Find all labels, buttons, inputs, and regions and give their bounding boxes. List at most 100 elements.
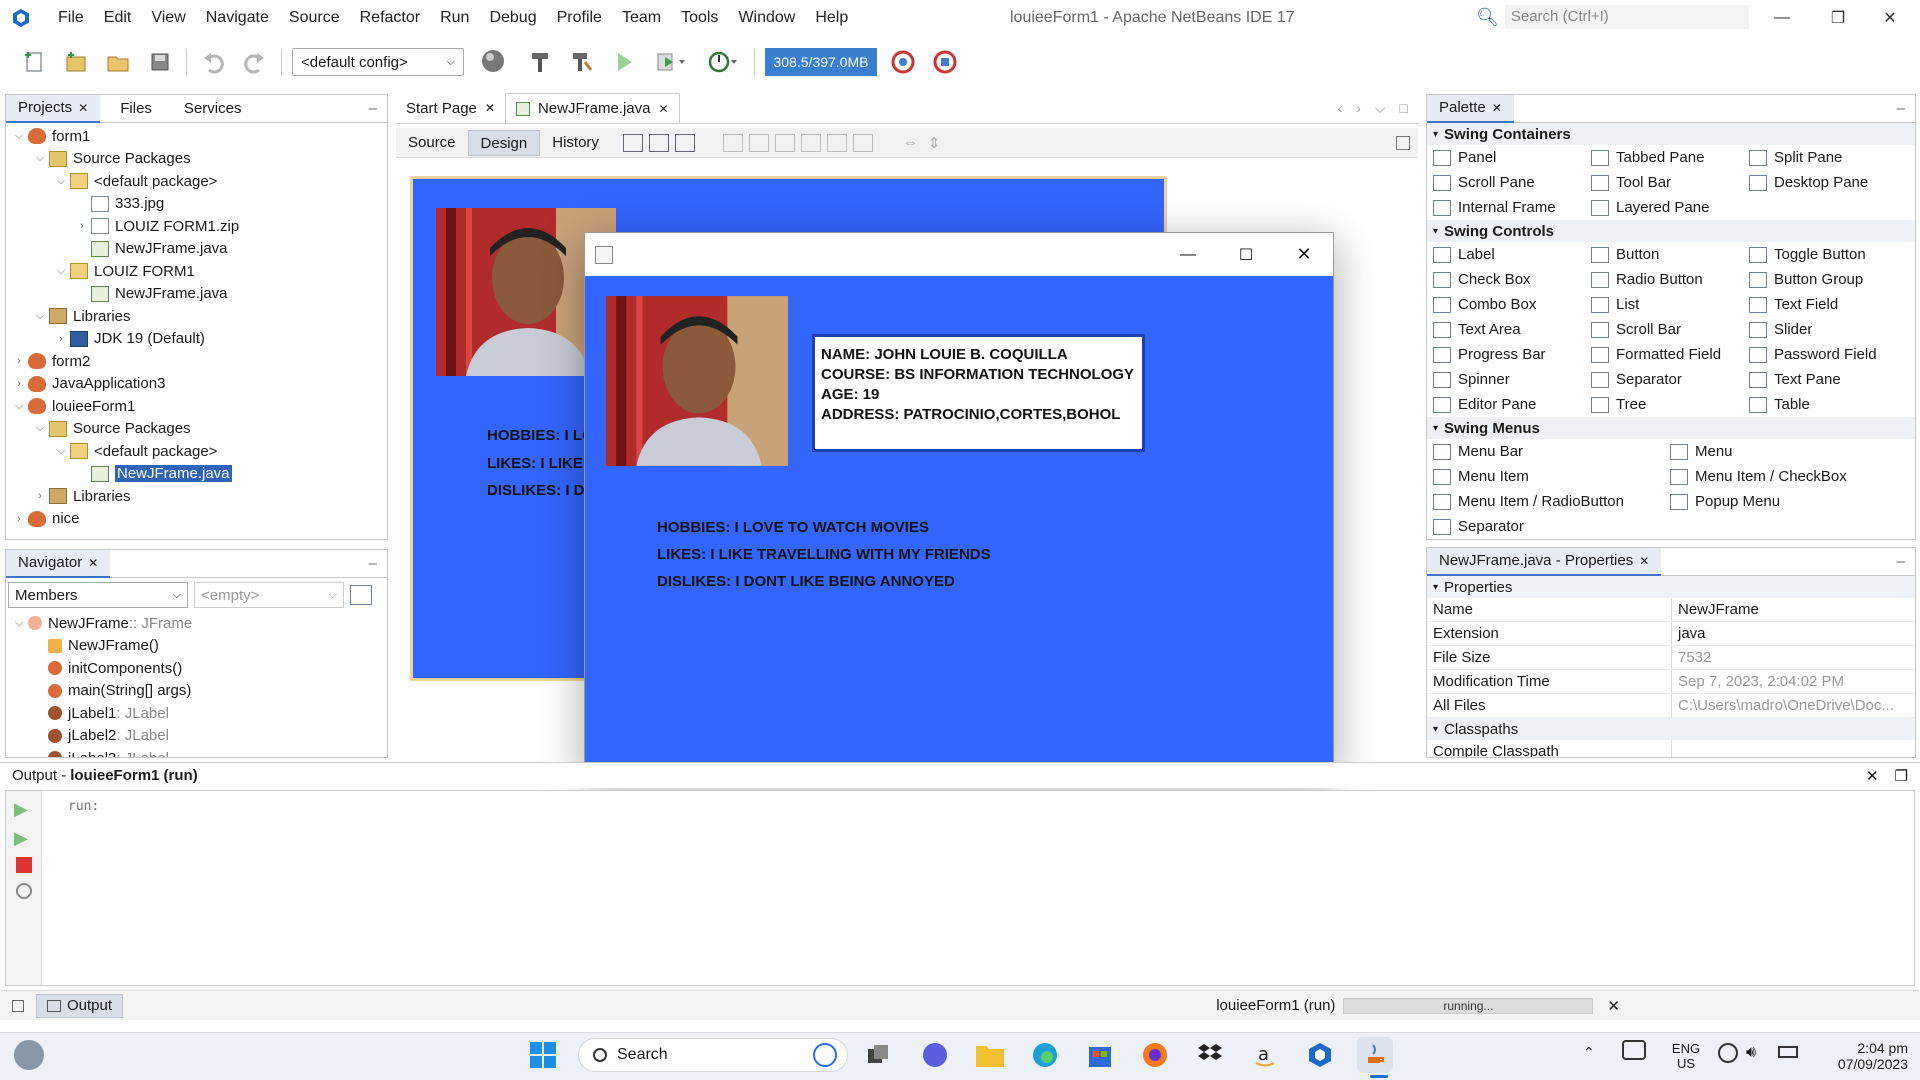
- run-icon[interactable]: [608, 46, 640, 78]
- redo-icon[interactable]: [239, 46, 271, 78]
- chevron-down-icon[interactable]: ⌵: [33, 310, 47, 323]
- tree-item[interactable]: › JDK 19 (Default): [6, 328, 387, 351]
- chevron-down-icon[interactable]: ⌵: [12, 400, 26, 413]
- menu-tools[interactable]: Tools: [671, 9, 728, 27]
- preview-design-icon[interactable]: [674, 133, 695, 152]
- palette-section[interactable]: ▾ Swing Containers: [1427, 123, 1915, 145]
- search-input[interactable]: Search (Ctrl+I): [1504, 5, 1749, 29]
- selection-mode-icon[interactable]: [622, 133, 643, 152]
- taskbar-search[interactable]: Search: [578, 1038, 848, 1072]
- navigator-item[interactable]: jLabel3 : JLabel: [6, 747, 387, 757]
- menu-navigate[interactable]: Navigate: [196, 9, 279, 27]
- minimize-panel-icon[interactable]: –: [369, 100, 377, 117]
- close-window-button[interactable]: ✕: [1870, 4, 1910, 32]
- members-select[interactable]: Members ⌵: [8, 582, 188, 608]
- palette-item[interactable]: Slider: [1743, 321, 1901, 338]
- align-top-icon[interactable]: [800, 133, 821, 152]
- property-row[interactable]: Name NewJFrame: [1427, 598, 1915, 622]
- navigator-item[interactable]: NewJFrame(): [6, 635, 387, 658]
- globe-icon[interactable]: [474, 46, 514, 78]
- align-middle-icon[interactable]: [852, 133, 873, 152]
- palette-item[interactable]: Radio Button: [1585, 271, 1743, 288]
- palette-item[interactable]: Tabbed Pane: [1585, 149, 1743, 166]
- volume-icon[interactable]: 🔊︎: [1746, 1044, 1756, 1062]
- chevron-down-icon[interactable]: ⌵: [54, 265, 68, 278]
- palette-item[interactable]: Separator: [1585, 371, 1743, 388]
- palette-item[interactable]: Spinner: [1427, 371, 1585, 388]
- amazon-icon[interactable]: a: [1247, 1037, 1283, 1073]
- navigator-item[interactable]: jLabel2 : JLabel: [6, 725, 387, 748]
- palette-item[interactable]: Separator: [1427, 518, 1664, 535]
- settings-icon[interactable]: [16, 883, 32, 899]
- memory-usage-indicator[interactable]: 308.5/397.0MB: [765, 48, 877, 76]
- app-maximize-button[interactable]: ☐: [1217, 245, 1275, 265]
- palette-item[interactable]: Menu: [1664, 443, 1904, 460]
- menu-help[interactable]: Help: [805, 9, 858, 27]
- grid-toggle-icon[interactable]: [1396, 135, 1410, 150]
- menu-file[interactable]: File: [48, 9, 94, 27]
- close-icon[interactable]: ✕: [88, 556, 98, 570]
- palette-item[interactable]: Table: [1743, 396, 1901, 413]
- info-text-area[interactable]: NAME: JOHN LOUIE B. COQUILLA COURSE: BS …: [812, 334, 1145, 452]
- start-icon[interactable]: [525, 1037, 561, 1073]
- store-icon[interactable]: [1082, 1037, 1118, 1073]
- chevron-right-icon[interactable]: ›: [33, 490, 47, 502]
- resize-horizontal-icon[interactable]: ⇔: [903, 134, 918, 152]
- close-icon[interactable]: ✕: [1492, 101, 1502, 115]
- palette-item[interactable]: Internal Frame: [1427, 199, 1585, 216]
- tab-properties[interactable]: NewJFrame.java - Properties ✕: [1427, 548, 1662, 576]
- chat-icon[interactable]: [917, 1037, 953, 1073]
- new-file-icon[interactable]: [18, 46, 50, 78]
- chevron-down-icon[interactable]: ⌵: [54, 445, 68, 458]
- minimize-button[interactable]: —: [1762, 4, 1802, 32]
- task-view-icon[interactable]: [860, 1037, 896, 1073]
- output-tab[interactable]: Output: [36, 993, 124, 1018]
- tree-item[interactable]: › LOUIZ FORM1.zip: [6, 215, 387, 238]
- build-hammer-icon[interactable]: [524, 46, 556, 78]
- tree-item[interactable]: ⌵ LOUIZ FORM1: [6, 260, 387, 283]
- palette-item[interactable]: Menu Item / CheckBox: [1664, 468, 1904, 485]
- stop-icon[interactable]: [16, 857, 32, 873]
- tree-item[interactable]: ⌵ form1: [6, 125, 387, 148]
- firefox-icon[interactable]: [1137, 1037, 1173, 1073]
- minimize-panel-icon[interactable]: –: [369, 555, 377, 572]
- palette-item[interactable]: Text Pane: [1743, 371, 1901, 388]
- cancel-task-icon[interactable]: ✕: [1607, 997, 1620, 1015]
- dropbox-icon[interactable]: [1192, 1037, 1228, 1073]
- palette-item[interactable]: Menu Item: [1427, 468, 1664, 485]
- chevron-down-icon[interactable]: ⌵: [33, 422, 47, 435]
- palette-item[interactable]: Tree: [1585, 396, 1743, 413]
- palette-item[interactable]: Progress Bar: [1427, 346, 1585, 363]
- property-row[interactable]: File Size 7532: [1427, 646, 1915, 670]
- property-row[interactable]: Extension java: [1427, 622, 1915, 646]
- tree-item[interactable]: ⌵ Libraries: [6, 305, 387, 328]
- palette-item[interactable]: Editor Pane: [1427, 396, 1585, 413]
- network-off-icon[interactable]: [1622, 1040, 1646, 1060]
- chevron-down-icon[interactable]: ⌵: [12, 617, 26, 630]
- chevron-right-icon[interactable]: ›: [12, 378, 26, 390]
- chevron-right-icon[interactable]: ›: [1356, 100, 1361, 117]
- app-close-button[interactable]: ✕: [1275, 244, 1333, 265]
- menu-window[interactable]: Window: [728, 9, 805, 27]
- property-row[interactable]: Modification Time Sep 7, 2023, 2:04:02 PM: [1427, 670, 1915, 694]
- resize-vertical-icon[interactable]: ⇕: [928, 134, 941, 152]
- gc-icon[interactable]: [887, 46, 919, 78]
- tree-item[interactable]: 333.jpg: [6, 193, 387, 216]
- rerun-icon[interactable]: ▶︎: [14, 799, 41, 820]
- app-minimize-button[interactable]: —: [1159, 246, 1217, 264]
- rerun-with-params-icon[interactable]: ▶︎: [14, 828, 41, 849]
- tree-item[interactable]: › Libraries: [6, 485, 387, 508]
- palette-item[interactable]: Combo Box: [1427, 296, 1585, 313]
- palette-section[interactable]: ▾ Swing Controls: [1427, 220, 1915, 242]
- palette-item[interactable]: Toggle Button: [1743, 246, 1901, 263]
- debug-icon[interactable]: [650, 46, 692, 78]
- empty-select[interactable]: <empty> ⌵: [194, 582, 344, 608]
- file-explorer-icon[interactable]: [972, 1037, 1008, 1073]
- palette-item[interactable]: Scroll Pane: [1427, 174, 1585, 191]
- palette-item[interactable]: Split Pane: [1743, 149, 1901, 166]
- palette-item[interactable]: Password Field: [1743, 346, 1901, 363]
- navigator-item[interactable]: initComponents(): [6, 657, 387, 680]
- design-mode-button[interactable]: Design: [467, 129, 541, 156]
- maximize-editor-icon[interactable]: □: [1400, 100, 1408, 117]
- palette-item[interactable]: Menu Bar: [1427, 443, 1664, 460]
